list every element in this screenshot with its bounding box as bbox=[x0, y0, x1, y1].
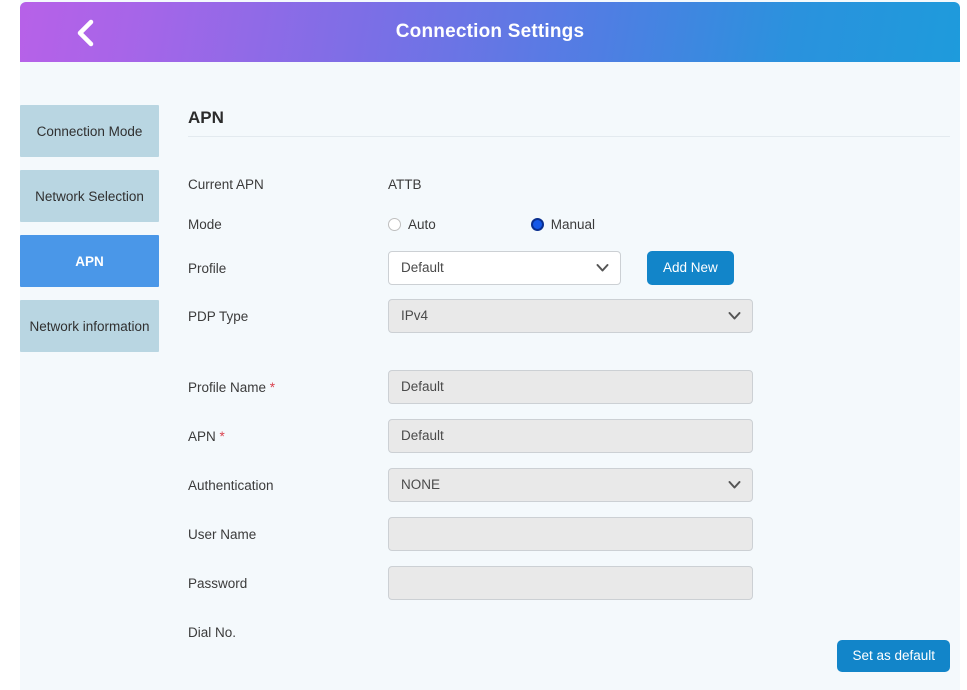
mode-manual-label: Manual bbox=[550, 216, 596, 232]
page-title: Connection Settings bbox=[395, 21, 585, 42]
row-current-apn: Current APN ATTB bbox=[188, 171, 950, 197]
set-as-default-button[interactable]: Set as default bbox=[837, 640, 950, 672]
chevron-down-icon bbox=[728, 481, 741, 489]
user-name-input[interactable] bbox=[388, 517, 753, 551]
dial-no-label: Dial No. bbox=[188, 624, 237, 640]
apn-input-value: Default bbox=[401, 428, 444, 443]
page-header: Connection Settings bbox=[20, 2, 960, 62]
row-authentication: Authentication NONE bbox=[188, 468, 950, 502]
row-profile: Profile Default Add New bbox=[188, 251, 950, 285]
footer-actions: Set as default bbox=[188, 640, 950, 672]
apn-label-text: APN bbox=[188, 428, 216, 444]
mode-auto-label: Auto bbox=[408, 216, 436, 232]
row-user-name: User Name bbox=[188, 517, 950, 551]
password-label: Password bbox=[188, 575, 248, 591]
pdp-type-select[interactable]: IPv4 bbox=[388, 299, 753, 333]
row-password: Password bbox=[188, 566, 950, 600]
sidebar-item-label: Network Selection bbox=[35, 188, 144, 204]
row-pdp-type: PDP Type IPv4 bbox=[188, 299, 950, 333]
pdp-type-label: PDP Type bbox=[188, 308, 249, 324]
authentication-select[interactable]: NONE bbox=[388, 468, 753, 502]
section-title: APN bbox=[188, 108, 950, 137]
password-input[interactable] bbox=[388, 566, 753, 600]
required-asterisk: * bbox=[219, 428, 225, 444]
apn-input[interactable]: Default bbox=[388, 419, 753, 453]
apn-label: APN * bbox=[188, 429, 388, 444]
required-asterisk: * bbox=[269, 379, 276, 395]
current-apn-label: Current APN bbox=[188, 176, 264, 192]
user-name-label: User Name bbox=[188, 526, 257, 542]
radio-unchecked-icon bbox=[388, 217, 401, 231]
mode-radio-manual[interactable]: Manual bbox=[530, 216, 596, 232]
chevron-down-icon bbox=[596, 264, 609, 272]
pdp-type-select-value: IPv4 bbox=[401, 308, 429, 323]
sidebar-item-label: APN bbox=[75, 253, 104, 269]
current-apn-value: ATTB bbox=[388, 176, 422, 192]
profile-name-input-value: Default bbox=[401, 379, 444, 394]
row-mode: Mode Auto Manual bbox=[188, 211, 950, 237]
profile-name-label-text: Profile Name bbox=[188, 379, 267, 395]
row-profile-name: Profile Name * Default bbox=[188, 370, 950, 404]
back-button[interactable] bbox=[68, 16, 102, 50]
sidebar-item-network-information[interactable]: Network information bbox=[20, 300, 159, 352]
row-apn: APN * Default bbox=[188, 419, 950, 453]
radio-checked-icon bbox=[530, 217, 544, 231]
sidebar-nav: Connection Mode Network Selection APN Ne… bbox=[20, 105, 160, 365]
sidebar-item-label: Network information bbox=[29, 318, 150, 334]
sidebar-item-connection-mode[interactable]: Connection Mode bbox=[20, 105, 159, 157]
sidebar-item-network-selection[interactable]: Network Selection bbox=[20, 170, 159, 222]
profile-select[interactable]: Default bbox=[388, 251, 621, 285]
profile-name-input[interactable]: Default bbox=[388, 370, 753, 404]
chevron-down-icon bbox=[728, 312, 741, 320]
authentication-select-value: NONE bbox=[401, 477, 441, 492]
authentication-label: Authentication bbox=[188, 477, 274, 493]
apn-form: APN Current APN ATTB Mode Auto Manual Pr… bbox=[188, 108, 950, 645]
profile-label: Profile bbox=[188, 260, 227, 276]
mode-radio-auto[interactable]: Auto bbox=[388, 217, 436, 232]
sidebar-item-label: Connection Mode bbox=[36, 123, 143, 139]
sidebar-item-apn[interactable]: APN bbox=[20, 235, 159, 287]
profile-name-label: Profile Name * bbox=[188, 380, 388, 395]
mode-label: Mode bbox=[188, 216, 222, 232]
chevron-left-icon bbox=[77, 19, 94, 47]
add-new-button[interactable]: Add New bbox=[647, 251, 734, 285]
connection-settings-page: Connection Settings Connection Mode Netw… bbox=[0, 0, 967, 690]
profile-select-value: Default bbox=[401, 260, 444, 275]
